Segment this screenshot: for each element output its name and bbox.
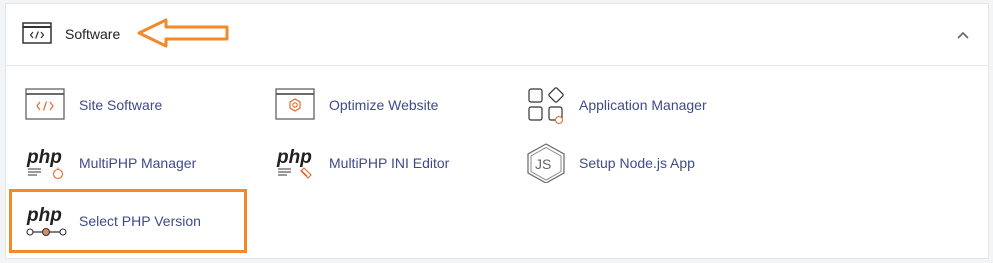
svg-text:php: php <box>276 147 312 168</box>
application-manager-link[interactable]: Application Manager <box>525 85 745 125</box>
site-software-link[interactable]: Site Software <box>25 85 225 125</box>
apps-grid-icon <box>528 87 564 125</box>
php-gear-icon: php <box>26 147 64 180</box>
item-label: MultiPHP Manager <box>79 155 197 171</box>
item-label: Setup Node.js App <box>579 155 695 171</box>
multiphp-ini-editor-link[interactable]: php MultiPHP INI Editor <box>275 143 495 183</box>
collapse-button[interactable] <box>952 25 974 45</box>
multiphp-manager-link[interactable]: php MultiPHP Manager <box>25 143 225 183</box>
code-window-icon <box>25 88 65 120</box>
annotation-arrow-icon <box>137 18 229 48</box>
software-panel: Software Site Software Optimize Website <box>5 3 989 259</box>
chevron-up-icon <box>957 31 969 39</box>
gear-window-icon <box>275 88 315 120</box>
svg-text:JS: JS <box>535 156 551 172</box>
item-label: MultiPHP INI Editor <box>329 155 450 171</box>
php-editor-icon: php <box>276 147 312 179</box>
code-window-icon <box>22 22 52 44</box>
section-title: Software <box>65 26 121 42</box>
item-label: Optimize Website <box>329 97 439 113</box>
item-label: Application Manager <box>579 97 707 113</box>
annotation-highlight <box>9 189 247 253</box>
optimize-website-link[interactable]: Optimize Website <box>275 85 475 125</box>
svg-text:php: php <box>26 147 62 168</box>
setup-nodejs-app-link[interactable]: JS Setup Node.js App <box>525 143 745 183</box>
item-label: Site Software <box>79 97 163 113</box>
nodejs-hexagon-icon: JS <box>527 143 565 183</box>
